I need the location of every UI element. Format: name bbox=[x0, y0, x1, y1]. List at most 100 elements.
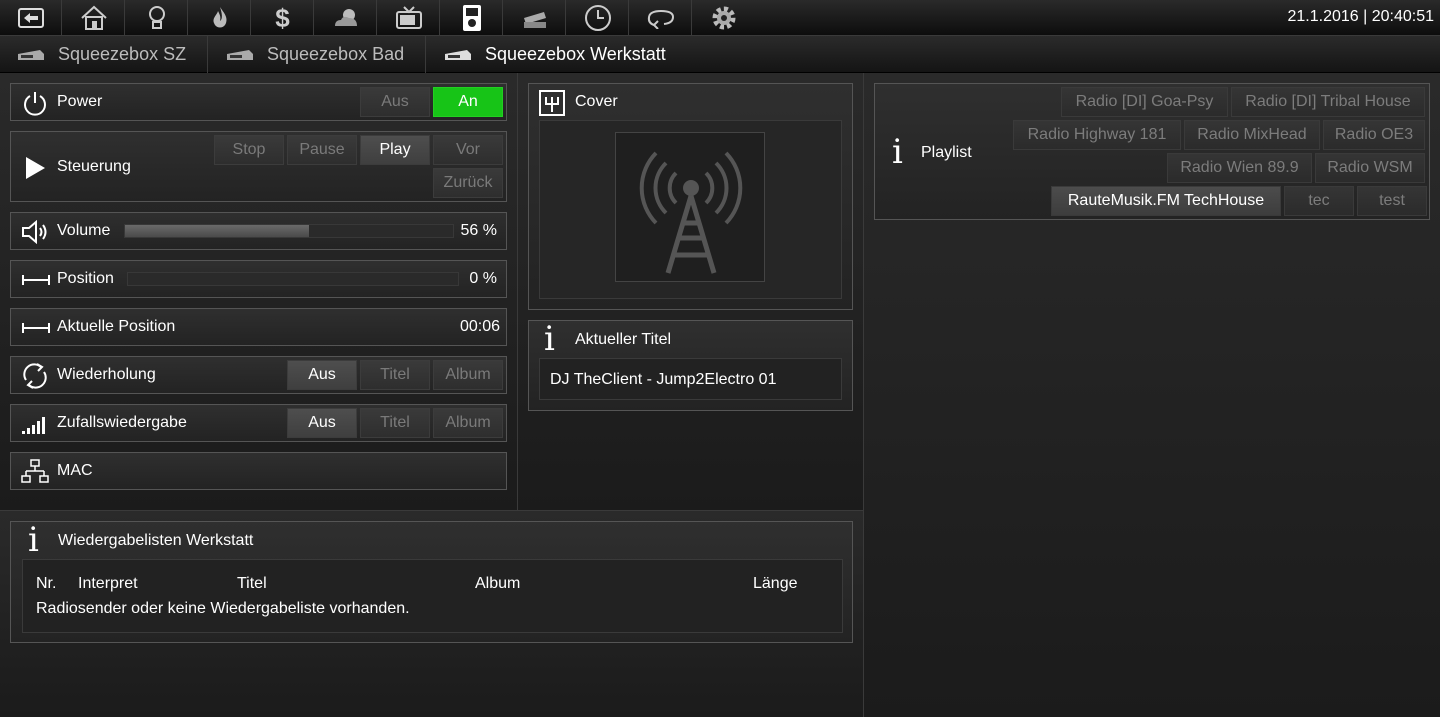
volume-label: Volume bbox=[57, 222, 111, 239]
tab-label: Squeezebox Bad bbox=[267, 44, 405, 64]
signal-bars-icon bbox=[22, 417, 45, 434]
playlist-item[interactable]: tec bbox=[1284, 186, 1354, 216]
cover-label: Cover bbox=[575, 93, 618, 110]
tab-squeezebox-werkstatt[interactable]: Squeezebox Werkstatt bbox=[427, 36, 697, 73]
position-label: Position bbox=[57, 270, 114, 287]
cover-frame bbox=[539, 120, 842, 299]
mac-label: MAC bbox=[57, 462, 93, 479]
empty-message: Radiosender oder keine Wiedergabeliste v… bbox=[36, 600, 410, 617]
position-slider[interactable] bbox=[127, 272, 459, 286]
repeat-row: Wiederholung Aus Titel Album bbox=[10, 356, 507, 394]
flame-icon[interactable] bbox=[189, 0, 251, 36]
repeat-title-button[interactable]: Titel bbox=[360, 360, 430, 390]
playlist-item[interactable]: test bbox=[1357, 186, 1427, 216]
volume-row: Volume 56 % bbox=[10, 212, 507, 250]
gear-icon[interactable] bbox=[693, 0, 755, 36]
repeat-label: Wiederholung bbox=[57, 366, 156, 383]
info-icon: i bbox=[28, 520, 39, 560]
control-row: Steuerung Stop Pause Play Vor Zurück bbox=[10, 131, 507, 202]
playlist-box: i Playlist Radio [DI] Goa-Psy Radio [DI]… bbox=[874, 83, 1430, 220]
playlist-item[interactable]: Radio [DI] Tribal House bbox=[1231, 87, 1425, 117]
repeat-album-button[interactable]: Album bbox=[433, 360, 503, 390]
tab-label: Squeezebox Werkstatt bbox=[485, 44, 666, 64]
column-header-album: Album bbox=[475, 575, 521, 592]
shuffle-label: Zufallswiedergabe bbox=[57, 414, 187, 431]
scanner-icon[interactable] bbox=[504, 0, 566, 36]
current-title-label: Aktueller Titel bbox=[575, 331, 672, 348]
repeat-off-button[interactable]: Aus bbox=[287, 360, 357, 390]
current-title-value: DJ TheClient - Jump2Electro 01 bbox=[550, 371, 777, 388]
current-title-field: DJ TheClient - Jump2Electro 01 bbox=[539, 358, 842, 400]
playlist-item-selected[interactable]: RauteMusik.FM TechHouse bbox=[1051, 186, 1281, 216]
playlist-item[interactable]: Radio [DI] Goa-Psy bbox=[1061, 87, 1228, 117]
device-tabs: Squeezebox SZ Squeezebox Bad Squeezebox … bbox=[0, 36, 1440, 73]
bulb-icon[interactable] bbox=[126, 0, 188, 36]
tab-squeezebox-bad[interactable]: Squeezebox Bad bbox=[209, 36, 426, 73]
next-button[interactable]: Vor bbox=[433, 135, 503, 165]
playlist-item[interactable]: Radio MixHead bbox=[1184, 120, 1320, 150]
mac-row: MAC bbox=[10, 452, 507, 490]
shuffle-title-button[interactable]: Titel bbox=[360, 408, 430, 438]
volume-slider[interactable] bbox=[124, 224, 454, 238]
tv-icon[interactable] bbox=[378, 0, 440, 36]
info-icon: i bbox=[544, 319, 555, 359]
play-button[interactable]: Play bbox=[360, 135, 430, 165]
stop-button[interactable]: Stop bbox=[214, 135, 284, 165]
cover-image bbox=[615, 132, 765, 282]
repeat-icon bbox=[23, 363, 47, 389]
back-button[interactable]: Zurück bbox=[433, 168, 503, 198]
power-icon bbox=[24, 92, 46, 116]
info-icon: i bbox=[892, 132, 903, 172]
clock-icon[interactable] bbox=[567, 0, 629, 36]
datetime: 21.1.2016 | 20:40:51 bbox=[1287, 8, 1434, 25]
range-icon bbox=[22, 275, 50, 285]
playlist-item[interactable]: Radio Highway 181 bbox=[1013, 120, 1181, 150]
home-icon[interactable] bbox=[63, 0, 125, 36]
column-header-artist: Interpret bbox=[78, 575, 138, 592]
column-header-length: Länge bbox=[753, 575, 798, 592]
current-title-box: i Aktueller Titel DJ TheClient - Jump2El… bbox=[528, 319, 853, 411]
dollar-icon[interactable]: $ bbox=[252, 0, 314, 36]
volume-fill bbox=[125, 225, 309, 237]
playlists-box: i Wiedergabelisten Werkstatt Nr. Interpr… bbox=[10, 520, 853, 643]
control-label: Steuerung bbox=[57, 158, 131, 175]
power-row: Power Aus An bbox=[10, 83, 507, 121]
shuffle-off-button[interactable]: Aus bbox=[287, 408, 357, 438]
column-header-nr: Nr. bbox=[36, 575, 57, 592]
loop-icon[interactable] bbox=[630, 0, 692, 36]
squeezebox-device-icon bbox=[18, 49, 44, 60]
column-header-title: Titel bbox=[237, 575, 267, 592]
tab-squeezebox-sz[interactable]: Squeezebox SZ bbox=[0, 36, 208, 73]
playlist-label: Playlist bbox=[921, 144, 972, 161]
back-icon[interactable] bbox=[0, 0, 62, 36]
range-icon bbox=[22, 323, 50, 333]
shuffle-album-button[interactable]: Album bbox=[433, 408, 503, 438]
cover-icon bbox=[539, 90, 565, 116]
playlist-table: Nr. Interpret Titel Album Länge Radiosen… bbox=[22, 559, 843, 633]
power-label: Power bbox=[57, 93, 103, 110]
radio-tower-icon bbox=[639, 151, 743, 274]
tab-label: Squeezebox SZ bbox=[58, 44, 187, 64]
power-off-button[interactable]: Aus bbox=[360, 87, 430, 117]
current-position-row: Aktuelle Position 00:06 bbox=[10, 308, 507, 346]
cover-box: Cover bbox=[528, 83, 853, 310]
squeezebox-device-icon bbox=[227, 49, 253, 60]
playlist-item[interactable]: Radio Wien 89.9 bbox=[1167, 153, 1312, 183]
position-row: Position 0 % bbox=[10, 260, 507, 298]
playlists-label: Wiedergabelisten Werkstatt bbox=[58, 532, 254, 549]
media-player-icon[interactable] bbox=[441, 0, 503, 36]
pause-button[interactable]: Pause bbox=[287, 135, 357, 165]
network-icon bbox=[21, 459, 49, 483]
position-value: 0 % bbox=[469, 270, 497, 287]
shuffle-row: Zufallswiedergabe Aus Titel Album bbox=[10, 404, 507, 442]
squeezebox-device-icon bbox=[445, 49, 471, 60]
play-icon bbox=[26, 157, 45, 179]
power-on-button[interactable]: An bbox=[433, 87, 503, 117]
speaker-icon bbox=[22, 220, 47, 244]
top-nav-bar: $ 21.1.2016 | 20:40:51 bbox=[0, 0, 1440, 36]
weather-icon[interactable] bbox=[315, 0, 377, 36]
current-position-label: Aktuelle Position bbox=[57, 318, 176, 335]
volume-value: 56 % bbox=[460, 222, 497, 239]
playlist-item[interactable]: Radio OE3 bbox=[1323, 120, 1425, 150]
playlist-item[interactable]: Radio WSM bbox=[1315, 153, 1425, 183]
